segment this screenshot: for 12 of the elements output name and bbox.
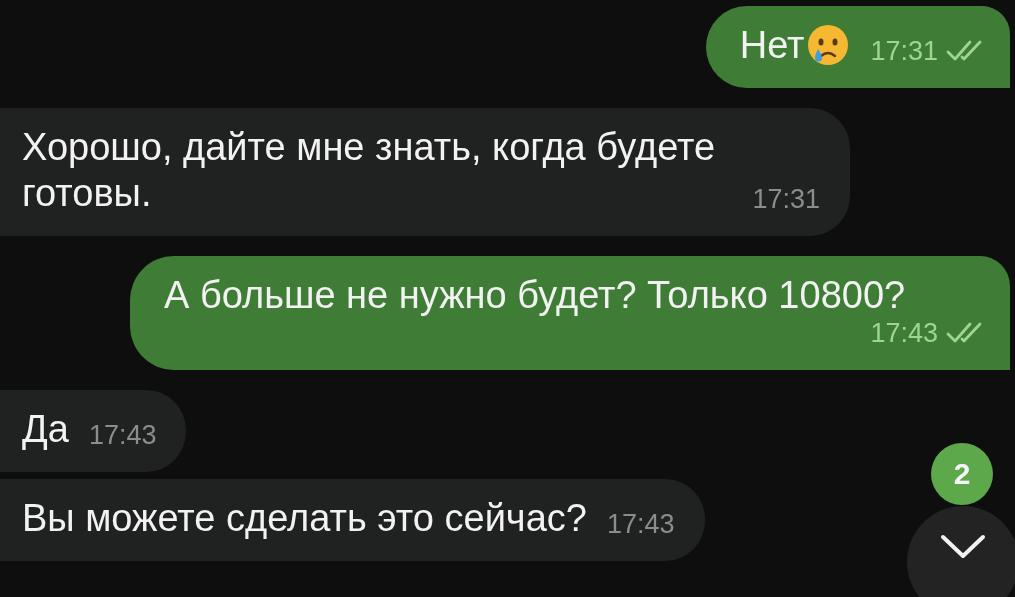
- message-text: Да: [22, 407, 69, 452]
- message-text: А больше не нужно будет? Только 10800?: [164, 273, 906, 318]
- chevron-down-icon: [940, 534, 986, 560]
- message-time: 17:31: [870, 36, 938, 66]
- message-time: 17:43: [606, 509, 675, 539]
- message-text: Вы можете сделать это сейчас?: [22, 496, 587, 541]
- message-time: 17:43: [88, 420, 157, 450]
- message-text: Нет: [739, 23, 805, 68]
- unread-count-badge: 2: [931, 443, 993, 505]
- message-text: Хорошо, дайте мне знать, когда будете готовы.: [22, 125, 717, 216]
- message-time: 17:43: [870, 318, 938, 348]
- message-time: 17:31: [752, 184, 820, 214]
